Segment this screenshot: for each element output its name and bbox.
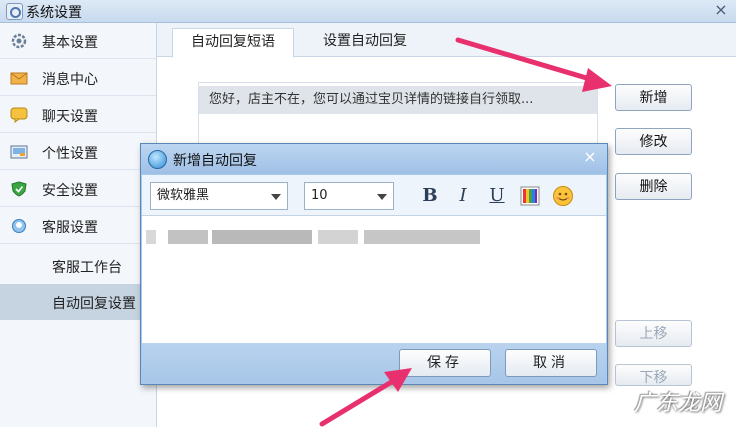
chat-bubble-icon: [10, 107, 28, 123]
move-down-button[interactable]: 下移: [615, 364, 692, 386]
sidebar-item-label: 消息中心: [42, 72, 98, 88]
window-titlebar: 系统设置 ×: [0, 0, 736, 23]
font-size-value: 10: [311, 188, 328, 203]
sidebar-item-security[interactable]: 安全设置: [0, 171, 156, 207]
blurred-text: [318, 230, 358, 244]
blurred-text: [168, 230, 208, 244]
chevron-down-icon: [271, 194, 281, 200]
sidebar-item-basic[interactable]: 基本设置: [0, 23, 156, 59]
sidebar-item-label: 基本设置: [42, 35, 98, 51]
move-up-button[interactable]: 上移: [615, 320, 692, 347]
shield-icon: [11, 181, 27, 197]
tab-bar: 自动回复短语 设置自动回复: [157, 23, 736, 58]
sidebar-subitem-workbench[interactable]: 客服工作台: [0, 248, 156, 284]
emoji-icon[interactable]: [552, 185, 574, 207]
window-close-button[interactable]: ×: [710, 0, 732, 20]
underline-button[interactable]: U: [487, 185, 507, 206]
font-family-select[interactable]: 微软雅黑: [150, 182, 288, 210]
sidebar-subitem-label: 自动回复设置: [52, 296, 136, 312]
edit-button[interactable]: 修改: [615, 128, 692, 155]
sidebar-subitem-auto-reply[interactable]: 自动回复设置: [0, 284, 156, 320]
sidebar: 基本设置 消息中心 聊天设置 个性设置 安全设置 客服设置 客服工作台 自动回复…: [0, 23, 157, 427]
dialog-titlebar: 新增自动回复 ×: [141, 144, 607, 174]
sidebar-item-personal[interactable]: 个性设置: [0, 134, 156, 170]
reply-text-editor[interactable]: [142, 216, 606, 343]
color-palette-icon[interactable]: [520, 186, 540, 206]
sidebar-item-messages[interactable]: 消息中心: [0, 60, 156, 96]
gear-icon: [11, 33, 27, 49]
sidebar-item-label: 安全设置: [42, 183, 98, 199]
add-button[interactable]: 新增: [615, 84, 692, 111]
headset-icon: [12, 219, 26, 233]
window-title: 系统设置: [26, 5, 82, 21]
dialog-title: 新增自动回复: [173, 153, 257, 169]
sidebar-item-chat[interactable]: 聊天设置: [0, 97, 156, 133]
envelope-icon: [10, 72, 28, 85]
tab-auto-reply-phrases[interactable]: 自动回复短语: [172, 28, 294, 58]
chevron-down-icon: [377, 194, 387, 200]
blurred-text: [212, 230, 312, 244]
app-icon: [6, 3, 23, 20]
sidebar-item-label: 个性设置: [42, 146, 98, 162]
tab-set-auto-reply[interactable]: 设置自动回复: [305, 28, 425, 56]
format-toolbar: 微软雅黑 10 B I U: [142, 175, 606, 216]
dialog-footer: 保存 取消: [142, 343, 606, 383]
save-button[interactable]: 保存: [399, 349, 491, 377]
phrase-list-item[interactable]: 您好，店主不在，您可以通过宝贝详情的链接自行领取...: [199, 86, 597, 114]
sidebar-item-label: 聊天设置: [42, 109, 98, 125]
delete-button[interactable]: 删除: [615, 173, 692, 200]
dialog-close-button[interactable]: ×: [581, 148, 599, 166]
add-auto-reply-dialog: 新增自动回复 × 微软雅黑 10 B I U 保存 取消: [140, 143, 608, 385]
watermark: 广东龙网: [633, 391, 722, 416]
cancel-button[interactable]: 取消: [505, 349, 597, 377]
bold-button[interactable]: B: [420, 185, 440, 206]
blurred-text: [364, 230, 480, 244]
dialog-app-icon: [148, 150, 167, 169]
italic-button[interactable]: I: [453, 185, 473, 206]
sidebar-item-service[interactable]: 客服设置: [0, 208, 156, 244]
sidebar-item-label: 客服设置: [42, 220, 98, 236]
font-size-select[interactable]: 10: [304, 182, 394, 210]
blurred-text: [146, 230, 156, 244]
picture-frame-icon: [10, 145, 28, 159]
sidebar-subitem-label: 客服工作台: [52, 260, 122, 276]
font-family-value: 微软雅黑: [157, 188, 210, 203]
